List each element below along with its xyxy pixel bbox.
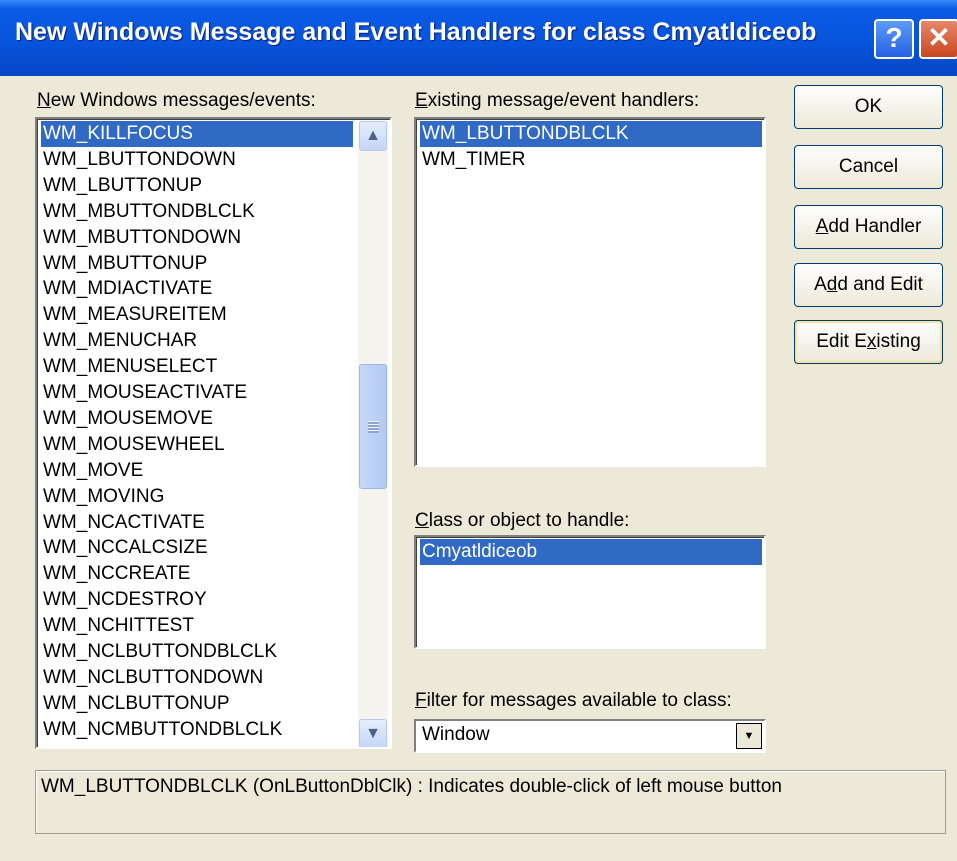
- messages-listbox[interactable]: ▲ ▼ WM_KILLFOCUS WM_LBUTTONDOWN WM_LBUTTON…: [35, 117, 392, 749]
- add-and-edit-button[interactable]: Add and Edit: [794, 263, 943, 307]
- filter-combobox[interactable]: Window ▼: [414, 719, 766, 753]
- list-item[interactable]: WM_MOUSEMOVE: [41, 406, 353, 432]
- edit-existing-button[interactable]: Edit Existing: [794, 320, 943, 364]
- list-item[interactable]: WM_NCLBUTTONUP: [41, 691, 353, 717]
- list-item[interactable]: WM_NCCALCSIZE: [41, 535, 353, 561]
- list-item[interactable]: WM_KILLFOCUS: [41, 121, 353, 147]
- list-item[interactable]: WM_MOVING: [41, 484, 353, 510]
- scroll-thumb[interactable]: [359, 364, 387, 489]
- messages-label: New Windows messages/events:: [37, 90, 316, 111]
- list-item[interactable]: WM_NCHITTEST: [41, 613, 353, 639]
- list-item[interactable]: WM_MBUTTONDBLCLK: [41, 199, 353, 225]
- help-icon[interactable]: ?: [874, 19, 914, 59]
- list-item[interactable]: WM_MDIACTIVATE: [41, 276, 353, 302]
- cancel-button[interactable]: Cancel: [794, 145, 943, 189]
- list-item[interactable]: WM_MBUTTONUP: [41, 251, 353, 277]
- list-item[interactable]: WM_MOUSEWHEEL: [41, 432, 353, 458]
- list-item[interactable]: WM_NCLBUTTONDBLCLK: [41, 639, 353, 665]
- scroll-up-icon[interactable]: ▲: [359, 121, 387, 151]
- dialog-title: New Windows Message and Event Handlers f…: [15, 18, 817, 46]
- existing-handlers-listbox[interactable]: WM_LBUTTONDBLCLK WM_TIMER: [414, 117, 766, 467]
- scroll-down-icon[interactable]: ▼: [359, 719, 387, 747]
- list-item[interactable]: WM_MENUSELECT: [41, 354, 353, 380]
- list-item[interactable]: WM_LBUTTONUP: [41, 173, 353, 199]
- list-item[interactable]: WM_LBUTTONDBLCLK: [420, 121, 762, 147]
- dropdown-arrow-icon[interactable]: ▼: [736, 723, 762, 749]
- list-item[interactable]: WM_TIMER: [420, 147, 762, 173]
- list-item[interactable]: WM_NCMBUTTONDBLCLK: [41, 717, 353, 743]
- messages-scrollbar[interactable]: ▲ ▼: [358, 121, 388, 747]
- list-item[interactable]: WM_MENUCHAR: [41, 328, 353, 354]
- description-box: WM_LBUTTONDBLCLK (OnLButtonDblClk) : Ind…: [35, 770, 946, 834]
- description-text: WM_LBUTTONDBLCLK (OnLButtonDblClk) : Ind…: [41, 776, 782, 797]
- title-bar[interactable]: New Windows Message and Event Handlers f…: [0, 0, 957, 76]
- list-item[interactable]: WM_MOUSEACTIVATE: [41, 380, 353, 406]
- list-item[interactable]: Cmyatldiceob: [420, 539, 762, 565]
- ok-button[interactable]: OK: [794, 85, 943, 129]
- filter-label: Filter for messages available to class:: [415, 690, 732, 711]
- list-item[interactable]: WM_MOVE: [41, 458, 353, 484]
- class-label: Class or object to handle:: [415, 510, 630, 531]
- class-object-listbox[interactable]: Cmyatldiceob: [414, 535, 766, 649]
- dialog-window: New Windows Message and Event Handlers f…: [0, 0, 957, 861]
- list-item[interactable]: WM_NCCREATE: [41, 561, 353, 587]
- filter-value: Window: [422, 724, 490, 745]
- add-handler-button[interactable]: Add Handler: [794, 205, 943, 249]
- list-item[interactable]: WM_NCLBUTTONDOWN: [41, 665, 353, 691]
- list-item[interactable]: WM_LBUTTONDOWN: [41, 147, 353, 173]
- list-item[interactable]: WM_NCACTIVATE: [41, 510, 353, 536]
- list-item[interactable]: WM_MBUTTONDOWN: [41, 225, 353, 251]
- existing-label: Existing message/event handlers:: [415, 90, 700, 111]
- close-icon[interactable]: ✕: [919, 19, 957, 59]
- list-item[interactable]: WM_MEASUREITEM: [41, 302, 353, 328]
- list-item[interactable]: WM_NCDESTROY: [41, 587, 353, 613]
